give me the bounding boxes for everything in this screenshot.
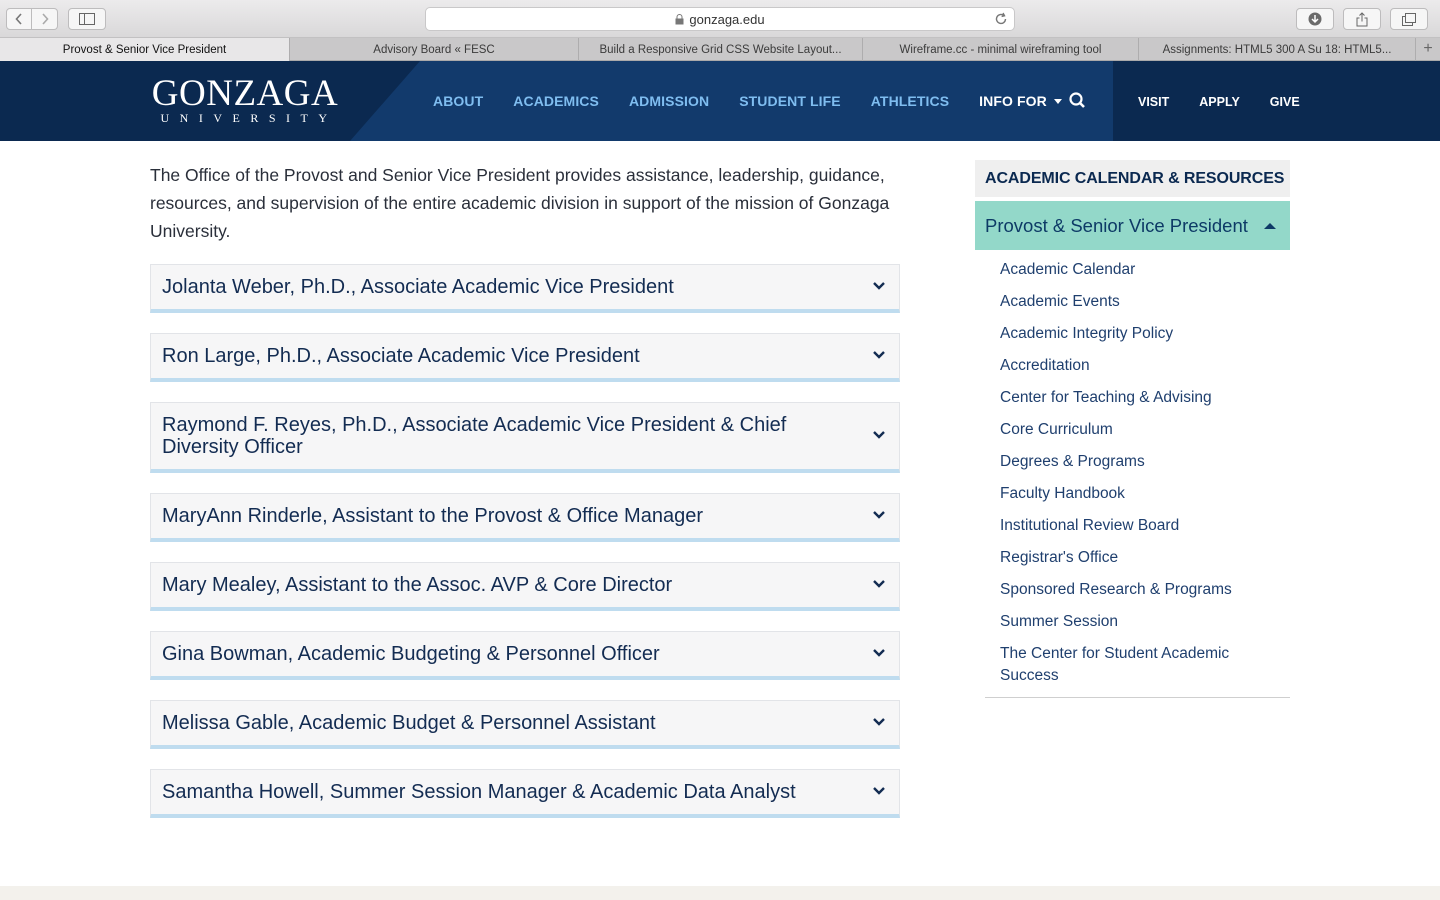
chevron-down-icon xyxy=(873,649,885,657)
sidebar-item-label: Provost & Senior Vice President xyxy=(985,214,1248,236)
sidebar-heading[interactable]: ACADEMIC CALENDAR & RESOURCES xyxy=(975,160,1290,197)
back-button[interactable] xyxy=(6,8,32,30)
chevron-down-icon xyxy=(873,718,885,726)
chevron-down-icon xyxy=(873,580,885,588)
chevron-down-icon xyxy=(873,511,885,519)
sidebar-link-institutional-review-board[interactable]: Institutional Review Board xyxy=(1000,515,1280,537)
plus-icon: + xyxy=(1423,40,1433,57)
accordion-item[interactable]: Ron Large, Ph.D., Associate Academic Vic… xyxy=(150,333,900,382)
chevron-down-icon xyxy=(873,431,885,439)
accordion-title: Ron Large, Ph.D., Associate Academic Vic… xyxy=(162,345,640,367)
accordion-title: Gina Bowman, Academic Budgeting & Person… xyxy=(162,643,660,665)
download-icon xyxy=(1308,12,1322,26)
tab-label: Advisory Board « FESC xyxy=(373,43,495,56)
chevron-left-icon xyxy=(15,13,22,25)
history-buttons xyxy=(6,8,58,30)
tab-advisory-board[interactable]: Advisory Board « FESC xyxy=(290,38,579,61)
nav-academics[interactable]: ACADEMICS xyxy=(513,93,599,109)
address-bar[interactable]: gonzaga.edu xyxy=(425,7,1015,31)
forward-button[interactable] xyxy=(32,8,58,30)
downloads-button[interactable] xyxy=(1296,8,1334,30)
nav-athletics[interactable]: ATHLETICS xyxy=(871,93,949,109)
nav-info-for[interactable]: INFO FOR xyxy=(979,93,1062,109)
accordion-item[interactable]: MaryAnn Rinderle, Assistant to the Provo… xyxy=(150,493,900,542)
accordion-item[interactable]: Mary Mealey, Assistant to the Assoc. AVP… xyxy=(150,562,900,611)
sidebar-link-student-academic-success[interactable]: The Center for Student Academic Success xyxy=(1000,643,1280,687)
toolbar-actions xyxy=(1296,8,1428,30)
sidebar-link-academic-integrity-policy[interactable]: Academic Integrity Policy xyxy=(1000,323,1280,345)
chevron-down-icon xyxy=(873,282,885,290)
accordion-item[interactable]: Samantha Howell, Summer Session Manager … xyxy=(150,769,900,818)
sidebar-link-registrars-office[interactable]: Registrar's Office xyxy=(1000,547,1280,569)
sidebar-link-accreditation[interactable]: Accreditation xyxy=(1000,355,1280,377)
utility-nav: VISIT APPLY GIVE xyxy=(1138,95,1330,109)
lock-icon xyxy=(675,13,684,24)
tabs-icon xyxy=(1402,12,1416,26)
nav-admission[interactable]: ADMISSION xyxy=(629,93,709,109)
accordion-title: MaryAnn Rinderle, Assistant to the Provo… xyxy=(162,505,703,527)
accordion-title: Samantha Howell, Summer Session Manager … xyxy=(162,781,796,803)
sidebar-toggle-button[interactable] xyxy=(68,8,106,30)
sidebar-link-summer-session[interactable]: Summer Session xyxy=(1000,611,1280,633)
accordion-title: Jolanta Weber, Ph.D., Associate Academic… xyxy=(162,276,674,298)
tab-label: Provost & Senior Vice President xyxy=(62,43,227,56)
url-text: gonzaga.edu xyxy=(689,11,765,27)
accordion-item[interactable]: Melissa Gable, Academic Budget & Personn… xyxy=(150,700,900,749)
sidebar-link-degrees-programs[interactable]: Degrees & Programs xyxy=(1000,451,1280,473)
accordion-title: Raymond F. Reyes, Ph.D., Associate Acade… xyxy=(162,414,787,458)
chevron-right-icon xyxy=(41,13,49,25)
tabs-overview-button[interactable] xyxy=(1390,8,1428,30)
reload-icon[interactable] xyxy=(994,11,1008,27)
sidebar-link-academic-calendar[interactable]: Academic Calendar xyxy=(1000,259,1280,281)
share-button[interactable] xyxy=(1343,8,1381,30)
nav-about[interactable]: ABOUT xyxy=(433,93,483,109)
nav-info-for-label: INFO FOR xyxy=(979,93,1047,109)
gonzaga-logo[interactable]: GONZAGA UNIVERSITY xyxy=(150,73,340,125)
tab-label: Assignments: HTML5 300 A Su 18: HTML5... xyxy=(1162,43,1392,56)
sidebar-link-sponsored-research[interactable]: Sponsored Research & Programs xyxy=(1000,579,1280,601)
caret-up-icon[interactable] xyxy=(1264,223,1276,229)
tab-assignments[interactable]: Assignments: HTML5 300 A Su 18: HTML5... xyxy=(1139,38,1416,61)
nav-apply[interactable]: APPLY xyxy=(1199,95,1240,109)
chevron-down-icon xyxy=(873,787,885,795)
footer-edge xyxy=(0,886,1440,900)
nav-student-life[interactable]: STUDENT LIFE xyxy=(739,93,841,109)
tab-label: Build a Responsive Grid CSS Website Layo… xyxy=(599,43,842,56)
caret-down-icon xyxy=(1053,98,1062,104)
sidebar-divider xyxy=(985,697,1290,698)
sidebar-link-academic-events[interactable]: Academic Events xyxy=(1000,291,1280,313)
tab-provost[interactable]: Provost & Senior Vice President xyxy=(0,38,290,61)
logo-wordmark: GONZAGA xyxy=(151,73,339,114)
accordion-title: Melissa Gable, Academic Budget & Personn… xyxy=(162,712,656,734)
chevron-down-icon xyxy=(873,351,885,359)
tab-wireframe[interactable]: Wireframe.cc - minimal wireframing tool xyxy=(863,38,1139,61)
browser-toolbar: gonzaga.edu xyxy=(0,0,1440,38)
accordion-item[interactable]: Gina Bowman, Academic Budgeting & Person… xyxy=(150,631,900,680)
sidebar-link-core-curriculum[interactable]: Core Curriculum xyxy=(1000,419,1280,441)
site-header: GONZAGA UNIVERSITY ABOUT ACADEMICS ADMIS… xyxy=(0,61,1440,141)
accordion-title: Mary Mealey, Assistant to the Assoc. AVP… xyxy=(162,574,673,596)
sidebar-link-faculty-handbook[interactable]: Faculty Handbook xyxy=(1000,483,1280,505)
intro-paragraph: The Office of the Provost and Senior Vic… xyxy=(150,165,890,241)
nav-visit[interactable]: VISIT xyxy=(1138,95,1169,109)
search-icon[interactable] xyxy=(1068,91,1088,111)
accordion-item[interactable]: Raymond F. Reyes, Ph.D., Associate Acade… xyxy=(150,402,900,473)
share-icon xyxy=(1356,11,1368,26)
sidebar-links: Academic Calendar Academic Events Academ… xyxy=(1000,259,1280,697)
tab-bar: Provost & Senior Vice President Advisory… xyxy=(0,38,1440,61)
logo-subtitle: UNIVERSITY xyxy=(160,111,338,125)
accordion-item[interactable]: Jolanta Weber, Ph.D., Associate Academic… xyxy=(150,264,900,313)
main-nav: ABOUT ACADEMICS ADMISSION STUDENT LIFE A… xyxy=(433,93,1092,109)
sidebar-item-provost[interactable]: Provost & Senior Vice President xyxy=(975,201,1290,250)
sidebar-link-center-teaching-advising[interactable]: Center for Teaching & Advising xyxy=(1000,387,1280,409)
sidebar-icon xyxy=(79,13,95,25)
nav-give[interactable]: GIVE xyxy=(1270,95,1300,109)
new-tab-button[interactable]: + xyxy=(1416,38,1440,60)
tab-label: Wireframe.cc - minimal wireframing tool xyxy=(899,43,1102,56)
tab-responsive-grid[interactable]: Build a Responsive Grid CSS Website Layo… xyxy=(579,38,863,61)
